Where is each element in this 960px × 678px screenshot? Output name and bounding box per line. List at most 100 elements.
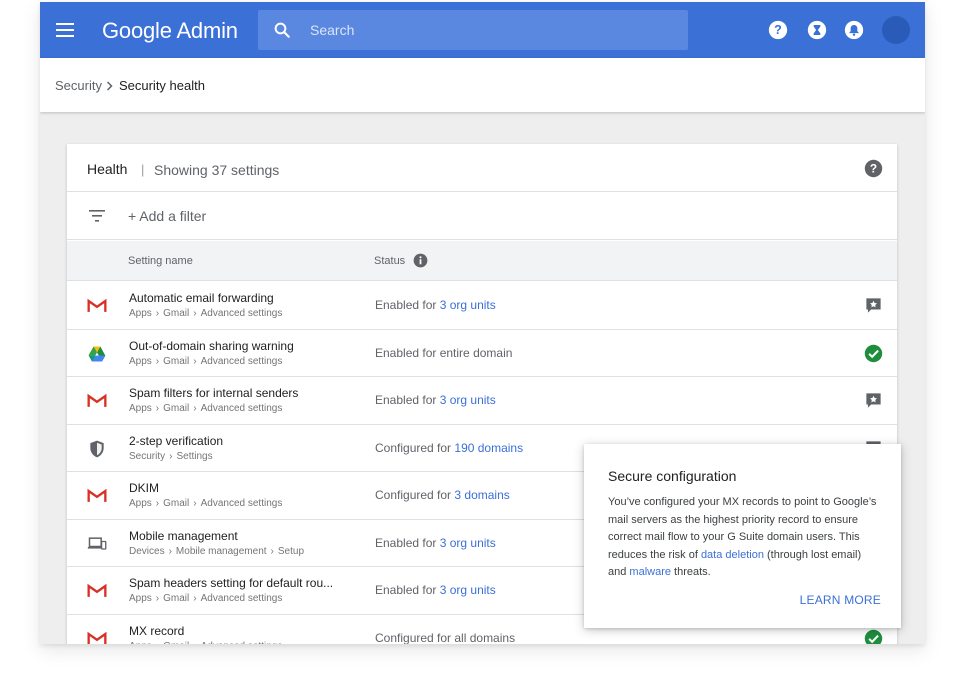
setting-name: Out-of-domain sharing warning <box>129 338 294 353</box>
table-row[interactable]: Spam filters for internal senders Apps › Gm… <box>67 377 897 425</box>
path-segment: Gmail <box>163 403 190 414</box>
setting-status: Enabled for 3 org units <box>375 393 496 407</box>
status-link[interactable]: 3 org units <box>440 583 496 597</box>
chevron-right-icon: › <box>193 593 197 604</box>
filter-icon[interactable] <box>89 210 105 222</box>
search-icon <box>274 22 290 38</box>
chevron-right-icon: › <box>193 403 197 414</box>
path-segment: Settings <box>176 450 213 462</box>
setting-name: Mobile management <box>129 528 238 543</box>
setting-name: DKIM <box>129 481 159 495</box>
admin-window: Google Admin ? Security <box>40 2 925 644</box>
avatar[interactable] <box>882 16 910 44</box>
status-text: Configured for <box>375 488 455 502</box>
chevron-right-icon: › <box>270 545 274 557</box>
gmail-icon <box>87 581 107 601</box>
popup-text: threats. <box>671 566 711 578</box>
breadcrumb: Security Security health <box>55 78 205 93</box>
header-divider: | <box>141 162 145 177</box>
hourglass-icon[interactable] <box>807 20 827 40</box>
chevron-right-icon: › <box>155 308 160 319</box>
setting-status: Configured for all domains <box>375 631 515 645</box>
setting-path: Security › Settings <box>129 451 213 462</box>
status-text: Enabled for <box>375 535 440 550</box>
setting-name: Spam filters for internal senders <box>129 386 299 400</box>
status-link[interactable]: 3 domains <box>454 488 509 502</box>
gmail-icon <box>87 296 107 316</box>
chevron-right-icon: › <box>155 403 160 414</box>
feedback-icon[interactable] <box>864 296 883 320</box>
chevron-right-icon: › <box>169 450 173 462</box>
help-icon[interactable]: ? <box>768 20 788 40</box>
table-row[interactable]: Automatic email forwarding Apps › Gmail › Adv… <box>67 282 897 330</box>
setting-path: Apps›Gmail›Advanced settings <box>129 356 282 367</box>
path-segment: Advanced settings <box>201 641 283 645</box>
path-segment: Mobile management <box>175 545 267 557</box>
path-segment: Apps <box>129 355 152 367</box>
search-box[interactable] <box>258 10 688 50</box>
status-text: Enabled for <box>375 298 440 312</box>
column-setting-name[interactable]: Setting name <box>128 255 193 267</box>
path-segment: Gmail <box>163 641 189 645</box>
help-icon[interactable]: ? <box>864 159 883 178</box>
breadcrumb-security[interactable]: Security <box>55 78 102 93</box>
gmail-icon <box>87 629 107 644</box>
feedback-icon[interactable] <box>864 391 883 415</box>
path-segment: Advanced settings <box>200 355 283 367</box>
gmail-icon <box>87 391 107 411</box>
secure-configuration-popup: Secure configuration You’ve configured y… <box>584 444 901 628</box>
breadcrumb-current: Security health <box>118 78 205 93</box>
learn-more-button[interactable]: LEARN MORE <box>800 593 881 607</box>
setting-status: Configured for 190 domains <box>375 441 523 455</box>
app-logo[interactable]: Google Admin <box>102 18 238 44</box>
status-link[interactable]: 3 org units <box>440 393 496 407</box>
check-circle-icon[interactable] <box>864 344 883 368</box>
drive-icon <box>87 344 107 364</box>
path-segment: Apps <box>129 308 152 319</box>
path-segment: Apps <box>129 403 152 414</box>
shield-icon <box>87 439 107 459</box>
chevron-right-icon: › <box>193 355 197 367</box>
setting-status: Configured for 3 domains <box>375 488 510 502</box>
path-segment: Advanced settings <box>200 308 283 319</box>
status-link[interactable]: 3 org units <box>440 298 496 312</box>
top-app-bar: Google Admin ? <box>40 2 925 58</box>
status-text: Enabled for entire domain <box>375 345 513 360</box>
info-icon[interactable] <box>413 253 428 268</box>
card-title: Health <box>87 161 128 177</box>
setting-path: Apps›Gmail›Advanced settings <box>129 403 282 414</box>
add-filter-button[interactable]: + Add a filter <box>128 208 206 224</box>
chevron-right-icon <box>106 80 113 91</box>
data-deletion-link[interactable]: data deletion <box>701 549 764 561</box>
path-segment: Devices <box>129 545 165 557</box>
status-text: Enabled for <box>375 583 440 597</box>
path-segment: Apps <box>129 593 152 604</box>
status-text: Configured for all domains <box>375 630 516 645</box>
settings-count: Showing 37 settings <box>154 162 280 178</box>
path-segment: Setup <box>277 545 305 557</box>
setting-path: Apps›Gmail›Advanced settings <box>129 593 282 604</box>
card-header: Health | Showing 37 settings ? <box>67 144 897 192</box>
path-segment: Gmail <box>163 308 190 319</box>
path-segment: Gmail <box>163 498 190 509</box>
path-segment: Gmail <box>163 593 190 604</box>
setting-status: Enabled for 3 org units <box>375 583 496 597</box>
menu-icon[interactable] <box>56 23 74 37</box>
notifications-icon[interactable] <box>844 20 864 40</box>
setting-name: Automatic email forwarding <box>129 291 274 305</box>
path-segment: Gmail <box>163 355 190 367</box>
check-circle-icon[interactable] <box>864 629 883 644</box>
malware-link[interactable]: malware <box>629 566 671 578</box>
chevron-right-icon: › <box>155 593 160 604</box>
path-segment: Advanced settings <box>200 593 283 604</box>
column-status[interactable]: Status <box>374 255 405 267</box>
table-row[interactable]: Out-of-domain sharing warning Apps › Gmail ›… <box>67 330 897 377</box>
filter-bar: + Add a filter <box>67 193 897 240</box>
status-link[interactable]: 3 org units <box>440 536 496 550</box>
chevron-right-icon: › <box>155 498 160 509</box>
breadcrumb-bar: Security Security health <box>40 58 925 112</box>
status-text: Enabled for <box>375 393 440 407</box>
setting-name: 2-step verification <box>129 433 224 448</box>
search-input[interactable] <box>310 10 680 50</box>
status-link[interactable]: 190 domains <box>454 441 523 455</box>
